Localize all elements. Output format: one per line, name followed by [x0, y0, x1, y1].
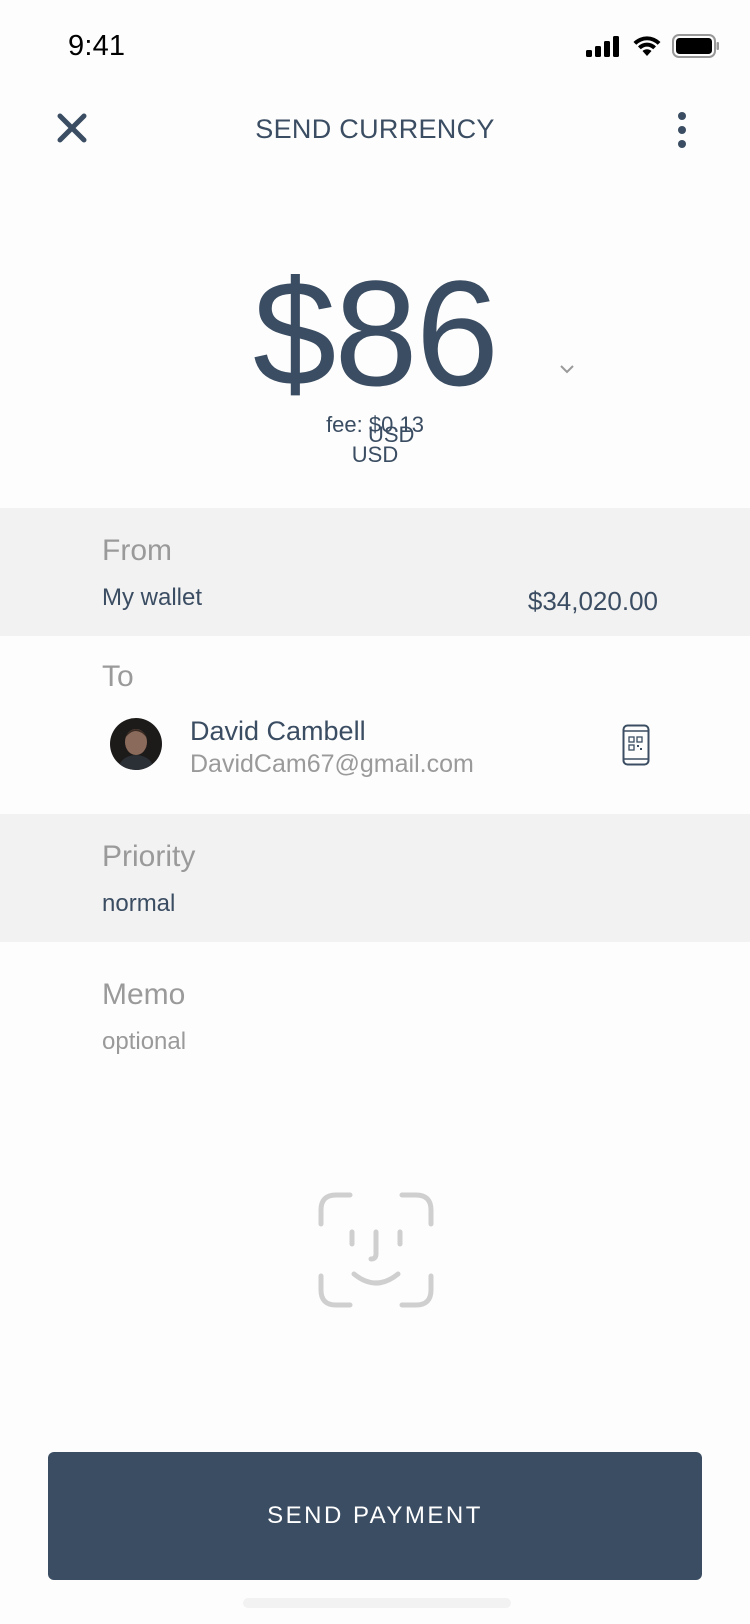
recipient-email: DavidCam67@gmail.com — [190, 750, 474, 778]
to-label: To — [102, 660, 134, 693]
battery-icon — [672, 34, 719, 58]
send-currency-screen: 9:41 SEND CURRENCY $86 USD fee: $0.13 US… — [0, 0, 750, 1624]
more-vertical-icon[interactable] — [672, 110, 692, 150]
signal-icon — [586, 36, 619, 57]
chevron-down-icon[interactable] — [558, 362, 576, 376]
wifi-icon — [633, 36, 661, 56]
fee-currency: USD — [351, 442, 399, 467]
fee-text: fee: $0.13 USD — [0, 410, 750, 470]
priority-label: Priority — [102, 840, 196, 873]
memo-row[interactable]: Memo optional — [0, 942, 750, 1070]
status-time: 9:41 — [68, 30, 126, 62]
status-icons — [586, 34, 720, 58]
to-row[interactable]: To David Cambell DavidCam67@gmail.com — [0, 636, 750, 814]
from-wallet: My wallet — [102, 584, 203, 611]
avatar — [110, 718, 162, 770]
home-indicator — [243, 1598, 511, 1608]
priority-row[interactable]: Priority normal — [0, 814, 750, 942]
send-payment-button[interactable]: SEND PAYMENT — [48, 1452, 702, 1580]
memo-label: Memo — [102, 978, 186, 1011]
from-row[interactable]: From My wallet $34,020.00 — [0, 508, 750, 636]
amount-value[interactable]: $86 — [0, 258, 750, 408]
memo-input[interactable]: optional — [102, 1028, 186, 1056]
face-id-icon[interactable] — [318, 1192, 434, 1308]
qr-phone-icon[interactable] — [622, 724, 650, 766]
page-title: SEND CURRENCY — [255, 114, 495, 144]
wallet-balance: $34,020.00 — [527, 586, 658, 616]
fee-amount: fee: $0.13 — [326, 412, 424, 437]
recipient-name: David Cambell — [190, 716, 366, 746]
from-label: From — [102, 534, 172, 567]
priority-value: normal — [102, 890, 176, 917]
